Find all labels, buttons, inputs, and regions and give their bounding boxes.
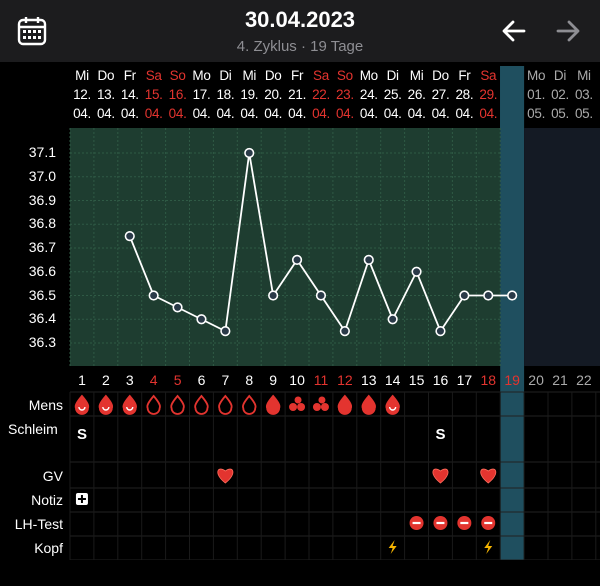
temperature-point	[459, 290, 470, 301]
y-tick-label: 36.6	[28, 262, 56, 279]
blood-drop-icon	[385, 394, 400, 415]
row-label-schleim: Schleim	[8, 421, 58, 437]
blood-drop-icon	[194, 394, 209, 415]
row-label-mens: Mens	[28, 397, 63, 413]
blood-drops-icon	[289, 403, 298, 411]
cycle-day-number: 19	[504, 372, 520, 388]
blood-drops-icon	[297, 403, 306, 411]
blood-drop-icon	[242, 394, 257, 415]
heart-icon	[480, 468, 497, 484]
blood-drop-icon	[361, 394, 376, 415]
y-tick-label: 37.1	[28, 144, 56, 160]
cycle-day-number: 13	[361, 372, 377, 388]
row-label-lh: LH-Test	[14, 516, 63, 532]
temperature-point	[363, 254, 374, 265]
cycle-day-number: 12	[337, 372, 353, 388]
y-tick-label: 36.9	[28, 191, 56, 208]
temperature-point	[435, 326, 446, 337]
blood-drop-icon	[218, 394, 233, 415]
cycle-day-number: 3	[125, 372, 134, 388]
blood-drop-icon	[122, 394, 137, 415]
cycle-day-number: 6	[197, 372, 206, 388]
cycle-day-number: 2	[101, 372, 110, 388]
temperature-point	[196, 314, 207, 325]
blood-drops-icon	[312, 403, 321, 411]
heart-icon	[432, 468, 449, 484]
cycle-day-number: 16	[432, 372, 449, 388]
cycle-day-number: 9	[269, 372, 278, 388]
blood-drops-icon	[318, 396, 326, 404]
temperature-point	[291, 254, 303, 265]
cycle-day-number: 1	[78, 372, 86, 388]
schleim-mark[interactable]: S	[429, 426, 453, 443]
cycle-day-number: 5	[173, 372, 182, 388]
temperature-point	[387, 314, 398, 325]
temperature-point	[315, 290, 327, 301]
temperature-point	[172, 302, 183, 313]
today-column	[500, 66, 525, 560]
y-tick-label: 36.4	[28, 310, 56, 327]
footer-bar	[0, 560, 600, 586]
temperature-point	[244, 147, 255, 159]
cycle-day-number: 17	[456, 372, 473, 388]
blood-drops-icon	[294, 396, 302, 404]
y-tick-label: 37.0	[28, 167, 56, 184]
row-label-gv: GV	[42, 468, 63, 484]
cycle-day-number: 21	[552, 372, 568, 388]
schleim-mark[interactable]: S	[70, 426, 94, 443]
temperature-point	[483, 290, 494, 301]
blood-drops-icon	[320, 403, 329, 411]
cycle-day-number: 10	[289, 372, 305, 388]
y-tick-label: 36.7	[28, 239, 56, 255]
cycle-day-number: 20	[528, 372, 544, 388]
cycle-day-number: 7	[221, 372, 230, 388]
temperature-point	[268, 290, 279, 301]
temperature-point	[411, 266, 422, 277]
cycle-day-number: 18	[480, 372, 497, 388]
heart-icon	[217, 468, 234, 484]
temperature-point	[148, 290, 159, 301]
cycle-day-number: 2	[596, 372, 600, 388]
blood-drop-icon	[170, 394, 185, 415]
blood-drop-icon	[337, 394, 353, 415]
temperature-point	[507, 290, 518, 301]
row-label-notiz: Notiz	[31, 492, 63, 508]
cycle-day-number: 11	[313, 372, 329, 388]
future-region	[524, 128, 600, 366]
lightning-icon	[388, 540, 397, 554]
blood-drop-icon	[98, 394, 114, 415]
cycle-day-number: 15	[408, 372, 425, 388]
y-tick-label: 36.3	[28, 334, 56, 350]
y-tick-label: 36.8	[28, 215, 56, 232]
y-tick-label: 36.5	[28, 286, 56, 303]
cycle-day-number: 22	[576, 372, 592, 388]
cycle-day-number: 4	[149, 372, 158, 388]
blood-drop-icon	[265, 394, 281, 415]
temperature-point	[220, 326, 231, 337]
blood-drop-icon	[146, 394, 161, 415]
temperature-chart[interactable]	[0, 0, 600, 560]
cycle-day-number: 14	[384, 372, 401, 388]
lightning-icon	[484, 540, 493, 554]
temperature-point	[124, 231, 135, 242]
temperature-point	[339, 326, 350, 337]
row-label-kopf: Kopf	[34, 540, 63, 556]
blood-drop-icon	[74, 394, 90, 415]
cycle-day-number: 8	[245, 372, 254, 388]
